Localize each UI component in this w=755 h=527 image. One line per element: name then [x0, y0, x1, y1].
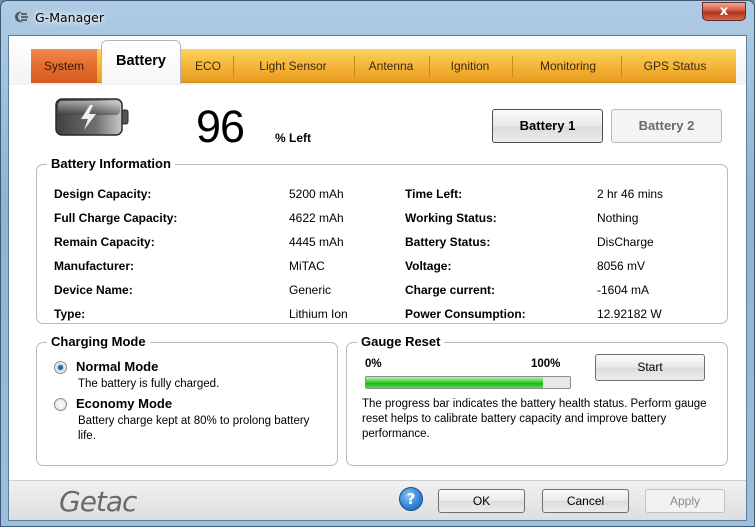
- economy-mode-radio[interactable]: [54, 398, 67, 411]
- battery-icon: [55, 98, 129, 136]
- battery-information-title: Battery Information: [47, 156, 175, 171]
- app-icon: [15, 11, 28, 23]
- close-button[interactable]: x: [702, 2, 746, 21]
- gauge-max-label: 100%: [531, 358, 561, 370]
- full-charge-capacity-label: Full Charge Capacity:: [54, 211, 178, 225]
- normal-mode-radio[interactable]: [54, 361, 67, 374]
- tab-separator: [233, 56, 234, 78]
- working-status-value: Nothing: [597, 211, 639, 225]
- voltage-label: Voltage:: [405, 259, 452, 273]
- economy-mode-desc: Battery charge kept at 80% to prolong ba…: [78, 415, 310, 442]
- design-capacity-label: Design Capacity:: [54, 187, 152, 201]
- full-charge-capacity-value: 4622 mAh: [289, 211, 344, 225]
- gauge-min-label: 0%: [365, 358, 382, 370]
- client-area: System Battery ECO Light Sensor Antenna …: [8, 35, 747, 521]
- tab-separator: [429, 56, 430, 78]
- ok-button[interactable]: OK: [438, 489, 525, 513]
- battery-percent: 96: [196, 101, 245, 152]
- gauge-description: The progress bar indicates the battery h…: [362, 398, 707, 440]
- title-bar[interactable]: G-Manager x: [1, 1, 754, 35]
- getac-logo: Getac: [59, 485, 137, 518]
- voltage-value: 8056 mV: [597, 259, 646, 273]
- power-consumption-value: 12.92182 W: [597, 307, 662, 321]
- battery-2-button[interactable]: Battery 2: [611, 109, 722, 143]
- cancel-button[interactable]: Cancel: [542, 489, 629, 513]
- charging-mode-title: Charging Mode: [47, 334, 150, 349]
- apply-button[interactable]: Apply: [645, 489, 725, 513]
- type-value: Lithium Ion: [289, 307, 348, 321]
- normal-mode-desc: The battery is fully charged.: [78, 378, 220, 390]
- start-button[interactable]: Start: [595, 354, 705, 381]
- device-name-value: Generic: [289, 283, 332, 297]
- tab-separator: [512, 56, 513, 78]
- tab-antenna[interactable]: Antenna: [359, 49, 423, 83]
- power-consumption-label: Power Consumption:: [405, 307, 526, 321]
- normal-mode-label[interactable]: Normal Mode: [76, 359, 158, 374]
- device-name-label: Device Name:: [54, 283, 133, 297]
- charge-current-value: -1604 mA: [597, 283, 650, 297]
- tab-monitoring[interactable]: Monitoring: [518, 49, 618, 83]
- battery-information-group: Battery Information Design Capacity: 520…: [36, 156, 728, 324]
- working-status-label: Working Status:: [405, 211, 497, 225]
- economy-mode-label[interactable]: Economy Mode: [76, 396, 172, 411]
- battery-1-button[interactable]: Battery 1: [492, 109, 603, 143]
- close-icon: x: [719, 4, 729, 19]
- tab-system[interactable]: System: [31, 49, 97, 83]
- tab-ignition[interactable]: Ignition: [433, 49, 507, 83]
- radio-selected-dot: [58, 365, 63, 370]
- manufacturer-value: MiTAC: [289, 259, 325, 273]
- tab-eco[interactable]: ECO: [185, 49, 231, 83]
- remain-capacity-label: Remain Capacity:: [54, 235, 155, 249]
- app-window: G-Manager x System Battery ECO Light Sen…: [0, 0, 755, 527]
- battery-status-label: Battery Status:: [405, 235, 491, 249]
- charge-current-label: Charge current:: [405, 283, 496, 297]
- tab-separator: [354, 56, 355, 78]
- help-icon[interactable]: ?: [399, 487, 423, 511]
- tab-separator: [621, 56, 622, 78]
- gauge-reset-title: Gauge Reset: [357, 334, 445, 349]
- manufacturer-label: Manufacturer:: [54, 259, 135, 273]
- footer-bar: Getac ? OK Cancel Apply: [9, 480, 746, 520]
- percent-left-label: % Left: [275, 131, 311, 145]
- time-left-value: 2 hr 46 mins: [597, 187, 664, 201]
- gauge-reset-group: Gauge Reset 0% 100% Start The progress b…: [346, 334, 728, 466]
- design-capacity-value: 5200 mAh: [289, 187, 344, 201]
- time-left-label: Time Left:: [405, 187, 463, 201]
- type-label: Type:: [54, 307, 86, 321]
- remain-capacity-value: 4445 mAh: [289, 235, 344, 249]
- tab-bar: System Battery ECO Light Sensor Antenna …: [9, 36, 746, 85]
- tab-light-sensor[interactable]: Light Sensor: [237, 49, 349, 83]
- battery-status-value: DisCharge: [597, 235, 654, 249]
- window-title: G-Manager: [35, 10, 104, 25]
- gauge-progress-fill: [366, 377, 544, 388]
- tab-battery[interactable]: Battery: [101, 40, 181, 84]
- charging-mode-group: Charging Mode Normal Mode The battery is…: [36, 334, 338, 466]
- gauge-progress-bar: [365, 376, 571, 389]
- tab-gps-status[interactable]: GPS Status: [625, 49, 725, 83]
